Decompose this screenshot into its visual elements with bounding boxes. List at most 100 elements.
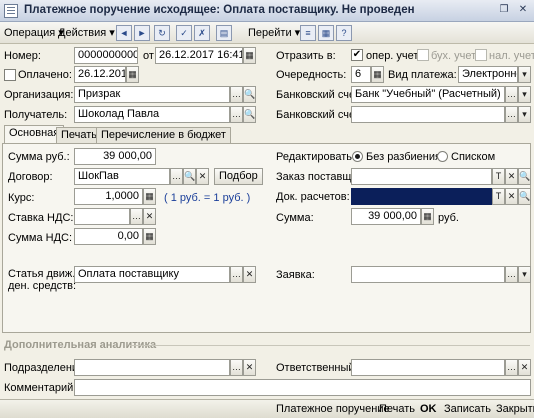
calculator-icon[interactable]: ▦	[371, 66, 384, 83]
number-field[interactable]: 00000000001	[74, 47, 138, 64]
select-icon[interactable]: …	[170, 168, 183, 185]
calendar-icon[interactable]: ▦	[243, 47, 256, 64]
contract-field[interactable]: ШокПав	[74, 168, 170, 185]
post-icon[interactable]: ✓	[176, 25, 192, 41]
bank2-label: Банковский счет:	[276, 109, 363, 121]
clear-icon[interactable]: ✕	[143, 208, 156, 225]
calendar-icon[interactable]: ▦	[126, 66, 139, 83]
close-window-button[interactable]: ✕	[515, 3, 531, 18]
clear-icon[interactable]: ✕	[243, 266, 256, 283]
sum2-label: Сумма:	[276, 212, 314, 224]
restore-window-button[interactable]: ❐	[496, 3, 512, 18]
recipient-field[interactable]: Шоколад Павла	[74, 106, 230, 123]
bank2-field[interactable]	[351, 106, 505, 123]
request-field[interactable]	[351, 266, 505, 283]
print-button[interactable]: Печать	[379, 402, 415, 417]
comment-field[interactable]	[74, 379, 531, 396]
chevron-down-icon[interactable]: ▾	[518, 106, 531, 123]
open-icon[interactable]: 🔍	[518, 168, 531, 185]
sum2-field[interactable]: 39 000,00	[351, 208, 421, 225]
open-icon[interactable]: 🔍	[243, 86, 256, 103]
paid-date-field[interactable]: 26.12.2017	[74, 66, 126, 83]
window-title: Платежное поручение исходящее: Оплата по…	[24, 4, 415, 16]
open-icon[interactable]: 🔍	[243, 106, 256, 123]
chevron-down-icon[interactable]: ▾	[518, 66, 531, 83]
select-icon[interactable]: …	[505, 86, 518, 103]
rate-label: Курс:	[8, 192, 35, 204]
recipient-label: Получатель:	[4, 109, 68, 121]
calculator-icon[interactable]: ▦	[421, 208, 434, 225]
calculator-icon[interactable]: ▦	[143, 188, 156, 205]
clear-icon[interactable]: ✕	[518, 359, 531, 376]
journal-icon[interactable]: ≡	[300, 25, 316, 41]
select-icon[interactable]: …	[230, 86, 243, 103]
bank-field[interactable]: Банк "Учебный" (Расчетный)	[351, 86, 505, 103]
order-field[interactable]	[351, 168, 492, 185]
select-icon[interactable]: …	[230, 266, 243, 283]
unpost-icon[interactable]: ✗	[194, 25, 210, 41]
operation-menu[interactable]: Операция ▾	[4, 25, 64, 41]
paytype-select[interactable]: Электронно	[458, 66, 518, 83]
tab-budget[interactable]: Перечисление в бюджет	[96, 127, 231, 143]
org-field[interactable]: Призрак	[74, 86, 230, 103]
open-icon[interactable]: 🔍	[518, 188, 531, 205]
select-icon[interactable]: …	[505, 359, 518, 376]
number-label: Номер:	[4, 50, 41, 62]
select-icon[interactable]: …	[505, 266, 518, 283]
sum-label: Сумма руб.:	[8, 151, 70, 163]
type-icon[interactable]: T	[492, 168, 505, 185]
resp-field[interactable]	[351, 359, 505, 376]
doc-structure-icon[interactable]: ▤	[216, 25, 232, 41]
no-split-radio[interactable]	[352, 151, 363, 162]
nal-checkbox[interactable]	[475, 49, 487, 61]
vat-rate-field[interactable]	[74, 208, 130, 225]
buh-checkbox[interactable]	[417, 49, 429, 61]
oper-checkbox[interactable]: ✔	[351, 49, 363, 61]
doc-field[interactable]	[351, 188, 492, 205]
clear-icon[interactable]: ✕	[505, 168, 518, 185]
report-icon[interactable]: ▦	[318, 25, 334, 41]
document-window: Платежное поручение исходящее: Оплата по…	[0, 0, 534, 418]
dept-field[interactable]	[74, 359, 230, 376]
chevron-down-icon[interactable]: ▾	[518, 86, 531, 103]
select-icon[interactable]: …	[230, 359, 243, 376]
close-button[interactable]: Закрыть	[496, 402, 534, 417]
forward-icon[interactable]: ►	[134, 25, 150, 41]
type-icon[interactable]: T	[492, 188, 505, 205]
date-field[interactable]: 26.12.2017 16:41:33	[155, 47, 243, 64]
select-icon[interactable]: …	[230, 106, 243, 123]
save-button[interactable]: Записать	[444, 402, 491, 417]
actions-menu[interactable]: Действия ▾	[58, 25, 115, 41]
help-icon[interactable]: ?	[336, 25, 352, 41]
no-split-label: Без разбиения	[366, 151, 441, 163]
comment-label: Комментарий:	[4, 382, 77, 394]
oper-label: опер. учете	[366, 50, 425, 62]
paid-checkbox[interactable]	[4, 69, 16, 81]
sum-field[interactable]: 39 000,00	[74, 148, 156, 165]
calculator-icon[interactable]: ▦	[143, 228, 156, 245]
goto-menu[interactable]: Перейти ▾	[248, 25, 300, 41]
rate-note: ( 1 руб. = 1 руб. )	[164, 192, 251, 204]
currency-label: руб.	[438, 212, 459, 224]
ok-button[interactable]: OK	[420, 402, 437, 417]
back-icon[interactable]: ◄	[116, 25, 132, 41]
print-form-button[interactable]: Платежное поручение	[276, 402, 390, 417]
open-icon[interactable]: 🔍	[183, 168, 196, 185]
paid-label: Оплачено:	[18, 69, 72, 81]
list-mode-radio[interactable]	[437, 151, 448, 162]
chevron-down-icon[interactable]: ▾	[518, 266, 531, 283]
select-icon[interactable]: …	[505, 106, 518, 123]
cashflow-label-2: ден. средств:	[8, 280, 77, 292]
clear-icon[interactable]: ✕	[505, 188, 518, 205]
refresh-icon[interactable]: ↻	[154, 25, 170, 41]
org-label: Организация:	[4, 89, 74, 101]
priority-field[interactable]: 6	[351, 66, 371, 83]
section-divider	[130, 345, 530, 346]
rate-field[interactable]: 1,0000	[74, 188, 143, 205]
clear-icon[interactable]: ✕	[243, 359, 256, 376]
clear-icon[interactable]: ✕	[196, 168, 209, 185]
podbor-button[interactable]: Подбор	[214, 168, 263, 185]
cashflow-field[interactable]: Оплата поставщику	[74, 266, 230, 283]
select-icon[interactable]: …	[130, 208, 143, 225]
vat-sum-field[interactable]: 0,00	[74, 228, 143, 245]
